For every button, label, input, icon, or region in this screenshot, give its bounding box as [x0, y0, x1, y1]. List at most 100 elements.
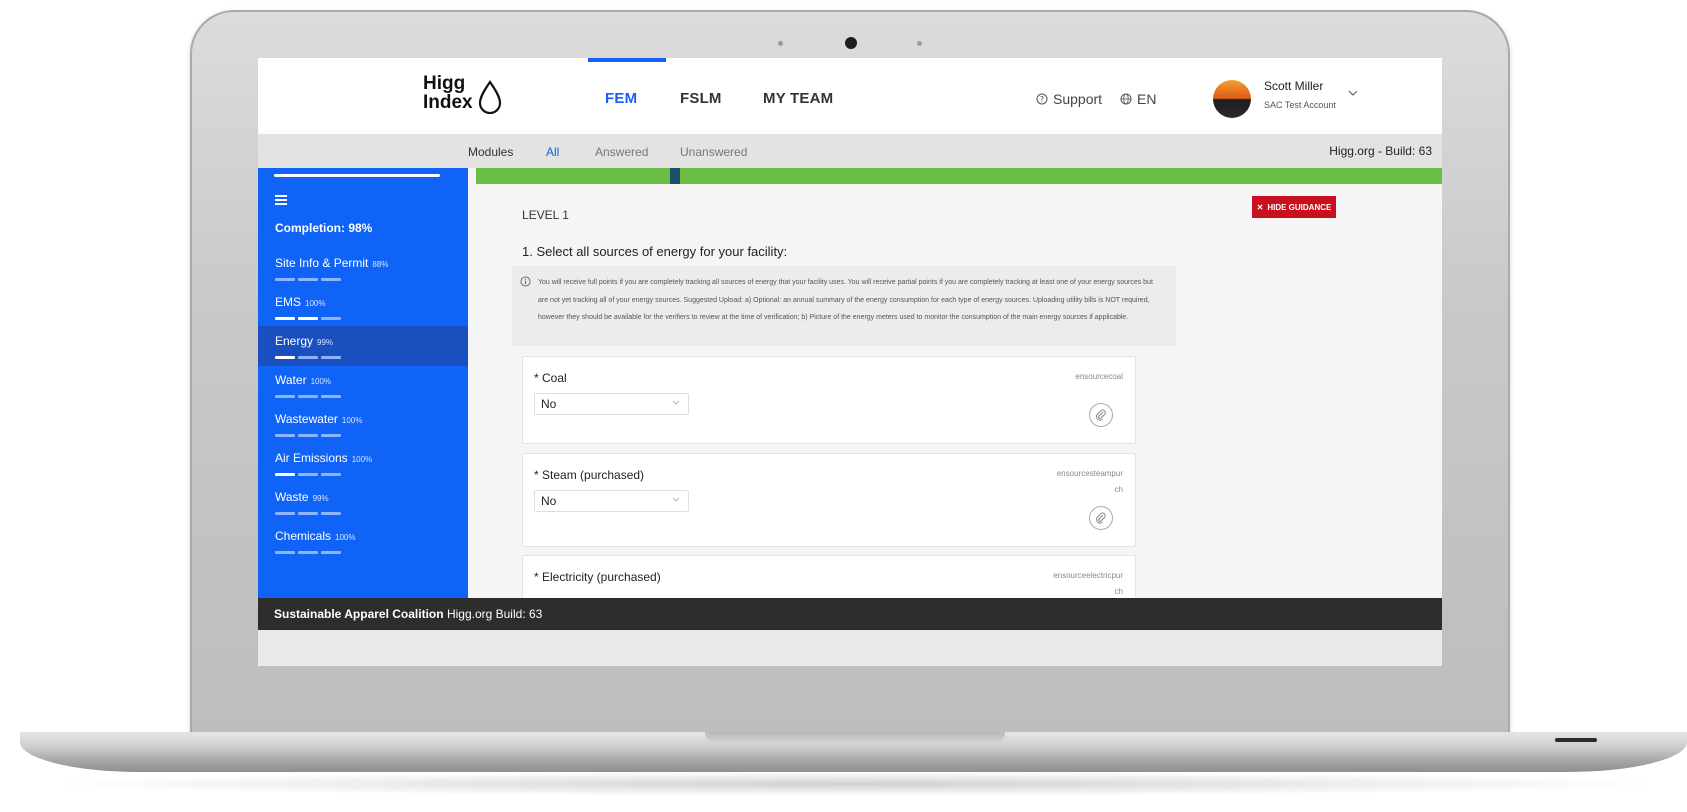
tab-fem[interactable]: FEM — [605, 90, 637, 107]
water-drop-icon — [478, 80, 502, 114]
language-selector[interactable]: EN — [1120, 91, 1156, 107]
close-icon: ✕ — [1256, 202, 1264, 212]
filter-answered[interactable]: Answered — [595, 145, 648, 159]
attach-file-button[interactable] — [1089, 506, 1113, 530]
select-value: No — [541, 494, 557, 508]
tab-my-team[interactable]: MY TEAM — [763, 90, 833, 107]
globe-icon — [1120, 93, 1132, 105]
sidebar-item-percent: 100% — [310, 377, 332, 386]
laptop-hinge-notch — [705, 732, 1005, 744]
progress-marker — [670, 168, 680, 184]
build-version: Higg.org - Build: 63 — [1329, 144, 1432, 158]
user-name[interactable]: Scott Miller — [1264, 79, 1323, 93]
level-progress-segment — [321, 512, 341, 515]
support-link[interactable]: ? Support — [1036, 91, 1102, 107]
level-progress-segment — [298, 395, 318, 398]
support-label: Support — [1053, 91, 1103, 107]
module-filter-bar: Modules All Answered Unanswered Higg.org… — [258, 134, 1442, 168]
sidebar-item-label: Site Info & Permit — [275, 256, 369, 270]
sidebar-item-wastewater[interactable]: Wastewater 100% — [258, 404, 468, 444]
svg-text:?: ? — [1040, 95, 1044, 104]
sidebar-item-waste[interactable]: Waste 99% — [258, 482, 468, 522]
tab-fslm[interactable]: FSLM — [680, 90, 722, 107]
footer-org: Sustainable Apparel Coalition — [274, 607, 444, 621]
level-progress-segment — [298, 512, 318, 515]
level-progress-segment — [321, 395, 341, 398]
hide-guidance-label: HIDE GUIDANCE — [1267, 202, 1332, 212]
level-progress-segment — [275, 473, 295, 476]
level-progress-segment — [275, 395, 295, 398]
level-progress — [275, 551, 468, 554]
sensor-dot — [917, 41, 922, 46]
coal-select[interactable]: No — [534, 393, 689, 415]
source-label: * Steam (purchased) — [534, 468, 645, 482]
sidebar-item-water[interactable]: Water 100% — [258, 365, 468, 405]
sidebar-item-percent: 99% — [317, 338, 334, 347]
guidance-text: You will receive full points if you are … — [538, 279, 1153, 321]
level-progress-segment — [298, 434, 318, 437]
sidebar-item-energy[interactable]: Energy 99% — [258, 326, 468, 366]
steam-select[interactable]: No — [534, 490, 689, 512]
sidebar-item-percent: 100% — [305, 299, 326, 308]
higg-index-logo[interactable]: Higg Index — [423, 74, 513, 120]
question-text: 1. Select all sources of energy for your… — [522, 244, 788, 259]
sidebar-item-percent: 100% — [335, 533, 356, 542]
level-progress-segment — [298, 317, 318, 320]
hide-guidance-button[interactable]: ✕ HIDE GUIDANCE — [1252, 196, 1336, 218]
user-account[interactable]: SAC Test Account — [1264, 100, 1336, 110]
level-progress — [275, 395, 468, 398]
language-label: EN — [1137, 91, 1157, 107]
level-progress — [275, 278, 468, 281]
paperclip-icon — [1095, 512, 1106, 524]
energy-source-steam: * Steam (purchased) ensourcesteampurch N… — [522, 453, 1136, 547]
attach-file-button[interactable] — [1089, 403, 1113, 427]
source-label: * Electricity (purchased) — [534, 570, 661, 584]
paperclip-icon — [1095, 409, 1106, 421]
app-screen: Higg Index FEM FSLM MY TEAM ? Support EN… — [258, 58, 1442, 666]
sidebar-item-label: Waste — [275, 490, 309, 504]
energy-source-coal: * Coal ensourcecoal No — [522, 356, 1136, 444]
laptop-port — [1555, 738, 1597, 742]
sidebar-progress-bar — [274, 174, 440, 177]
sidebar-item-site-info-permit[interactable]: Site Info & Permit 88% — [258, 248, 468, 288]
source-label: * Coal — [534, 371, 567, 385]
sidebar-item-label: Chemicals — [275, 529, 332, 543]
info-icon — [520, 276, 531, 287]
level-progress-segment — [298, 356, 318, 359]
energy-source-electricity: * Electricity (purchased) ensourceelectr… — [522, 555, 1136, 598]
source-code: ensourceelectricpurch — [1053, 571, 1123, 596]
source-code: ensourcesteampurch — [1056, 469, 1123, 494]
completion-status: Completion: 98% — [275, 221, 373, 235]
sidebar-item-ems[interactable]: EMS 100% — [258, 287, 468, 327]
level-progress-segment — [321, 317, 341, 320]
level-progress-segment — [275, 551, 295, 554]
level-progress-segment — [321, 356, 341, 359]
level-progress-segment — [321, 434, 341, 437]
footer-build: Higg.org Build: 63 — [446, 607, 543, 621]
logo-line2: Index — [423, 92, 473, 113]
chevron-down-icon[interactable] — [1348, 90, 1358, 97]
sidebar-item-air-emissions[interactable]: Air Emissions 100% — [258, 443, 468, 483]
menu-icon[interactable] — [275, 195, 287, 205]
module-sidebar: Completion: 98% Site Info & Permit 88% EMS… — [258, 168, 468, 598]
filter-all[interactable]: All — [546, 145, 559, 159]
level-progress — [275, 434, 468, 437]
screen-bezel-bottom — [258, 630, 1442, 666]
sidebar-item-label: EMS — [275, 295, 302, 309]
sensor-dot — [778, 41, 783, 46]
sidebar-item-percent: 88% — [372, 260, 389, 269]
level-progress-segment — [298, 278, 318, 281]
section-progress-bar — [476, 168, 1442, 184]
modules-label: Modules — [468, 145, 514, 159]
level-progress-segment — [275, 356, 295, 359]
sidebar-item-chemicals[interactable]: Chemicals 100% — [258, 521, 468, 561]
chevron-down-icon — [672, 497, 680, 502]
select-value: No — [541, 397, 557, 411]
filter-unanswered[interactable]: Unanswered — [680, 145, 747, 159]
level-progress-segment — [275, 317, 295, 320]
level-progress — [275, 356, 468, 359]
level-progress — [275, 473, 468, 476]
avatar[interactable] — [1213, 80, 1251, 118]
guidance-panel: You will receive full points if you are … — [512, 266, 1176, 346]
sidebar-item-label: Wastewater — [275, 412, 338, 426]
